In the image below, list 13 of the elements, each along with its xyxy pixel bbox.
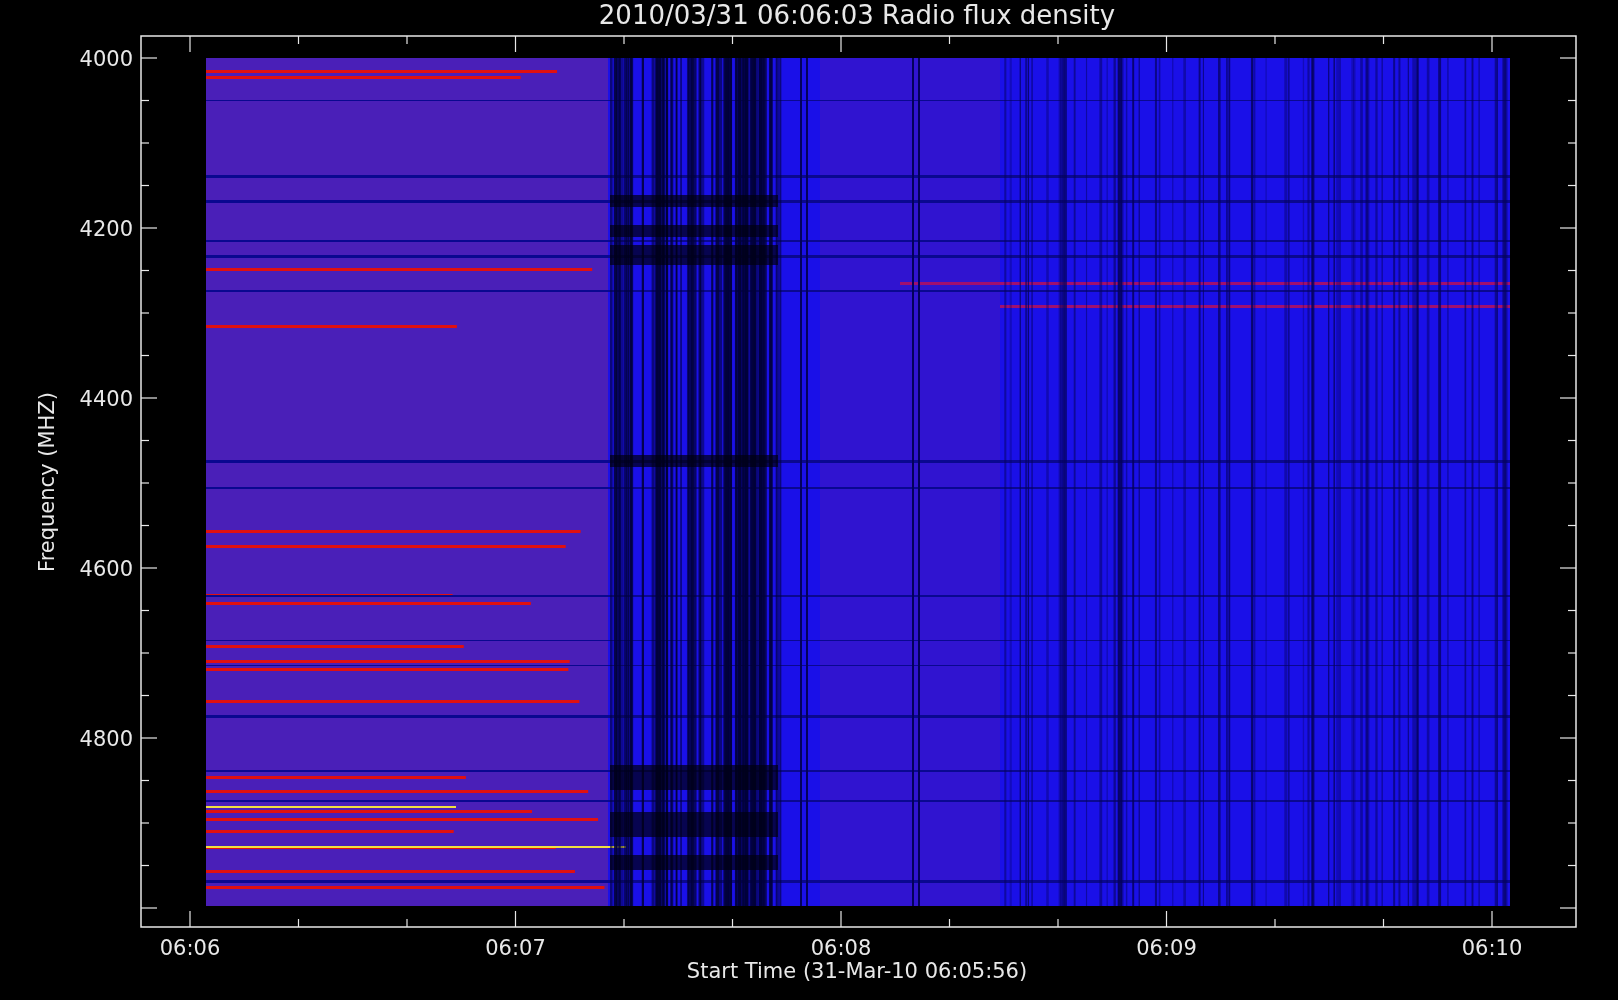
- y-tick-label: 4600: [79, 557, 133, 581]
- y-tick-label: 4400: [79, 387, 133, 411]
- y-axis-title: Frequency (MHZ): [35, 392, 59, 572]
- x-axis-title: Start Time (31-Mar-10 06:05:56): [686, 959, 1028, 983]
- x-tick-label: 06:10: [1461, 936, 1523, 960]
- y-tick-label: 4800: [79, 727, 133, 751]
- plot-title: 2010/03/31 06:06:03 Radio flux density: [598, 0, 1116, 30]
- y-tick-label: 4000: [79, 47, 133, 71]
- x-tick-label: 06:09: [1136, 936, 1197, 960]
- x-tick-label: 06:07: [485, 936, 546, 960]
- x-tick-label: 06:08: [810, 936, 872, 960]
- x-tick-label: 06:06: [159, 936, 221, 960]
- y-tick-label: 4200: [79, 217, 133, 241]
